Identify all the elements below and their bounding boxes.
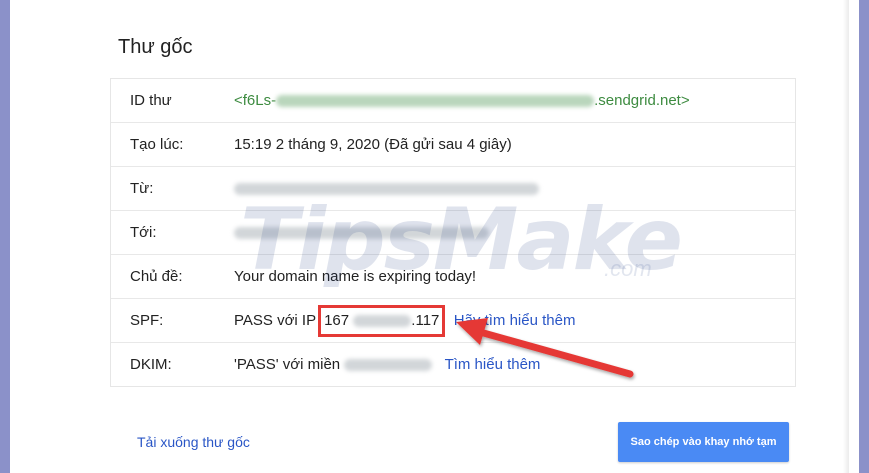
ip-highlight-box: 167 .117 (318, 305, 446, 337)
spf-value: PASS với IP 167 .117 Hãy tìm hiểu thêm (234, 299, 575, 342)
row-spf: SPF: PASS với IP 167 .117 Hãy tìm hiểu th… (111, 299, 795, 343)
redacted-domain (344, 359, 433, 372)
row-dkim: DKIM: 'PASS' với miền Tìm hiểu thêm (111, 343, 795, 386)
row-label: DKIM: (130, 356, 172, 373)
download-original-link[interactable]: Tải xuống thư gốc (137, 434, 250, 450)
row-label: Tới: (130, 224, 157, 241)
redacted-recipient (234, 227, 489, 240)
row-label: Tạo lúc: (130, 136, 184, 153)
page-title: Thư gốc (118, 36, 193, 58)
ip-start: 167 (324, 312, 350, 329)
subject-value: Your domain name is expiring today! (234, 268, 477, 285)
created-at-value: 15:19 2 tháng 9, 2020 (Đã gửi sau 4 giây… (234, 136, 512, 153)
dkim-value: 'PASS' với miền Tìm hiểu thêm (234, 343, 540, 386)
header-info-table: ID thư <f6Ls- .sendgrid.net> Tạo lúc: 15:… (110, 78, 796, 387)
message-id-value: <f6Ls- .sendgrid.net> (234, 79, 690, 122)
row-label: ID thư (130, 92, 172, 109)
row-from: Từ: (111, 167, 795, 211)
spf-learn-more-link[interactable]: Hãy tìm hiểu thêm (454, 312, 576, 329)
message-id-prefix: <f6Ls- (234, 92, 277, 109)
redacted-ip (353, 315, 412, 328)
dialog-frame: Thư gốc ID thư <f6Ls- .sendgrid.net> Tạo … (0, 0, 869, 473)
ip-end: .117 (411, 312, 440, 329)
row-subject: Chủ đề: Your domain name is expiring tod… (111, 255, 795, 299)
from-value (234, 167, 539, 210)
frame-shadow (843, 0, 849, 473)
row-label: Từ: (130, 180, 154, 197)
spf-status: PASS với IP (234, 312, 317, 329)
to-value (234, 211, 489, 254)
row-to: Tới: (111, 211, 795, 255)
dkim-learn-more-link[interactable]: Tìm hiểu thêm (445, 356, 541, 373)
row-created-at: Tạo lúc: 15:19 2 tháng 9, 2020 (Đã gửi s… (111, 123, 795, 167)
row-message-id: ID thư <f6Ls- .sendgrid.net> (111, 79, 795, 123)
message-id-suffix: .sendgrid.net> (594, 92, 690, 109)
redacted-message-id (276, 95, 595, 108)
row-label: SPF: (130, 312, 164, 329)
copy-to-clipboard-button[interactable]: Sao chép vào khay nhớ tạm (618, 422, 789, 462)
row-label: Chủ đề: (130, 268, 183, 285)
redacted-sender (234, 183, 539, 196)
dkim-status: 'PASS' với miền (234, 356, 341, 373)
